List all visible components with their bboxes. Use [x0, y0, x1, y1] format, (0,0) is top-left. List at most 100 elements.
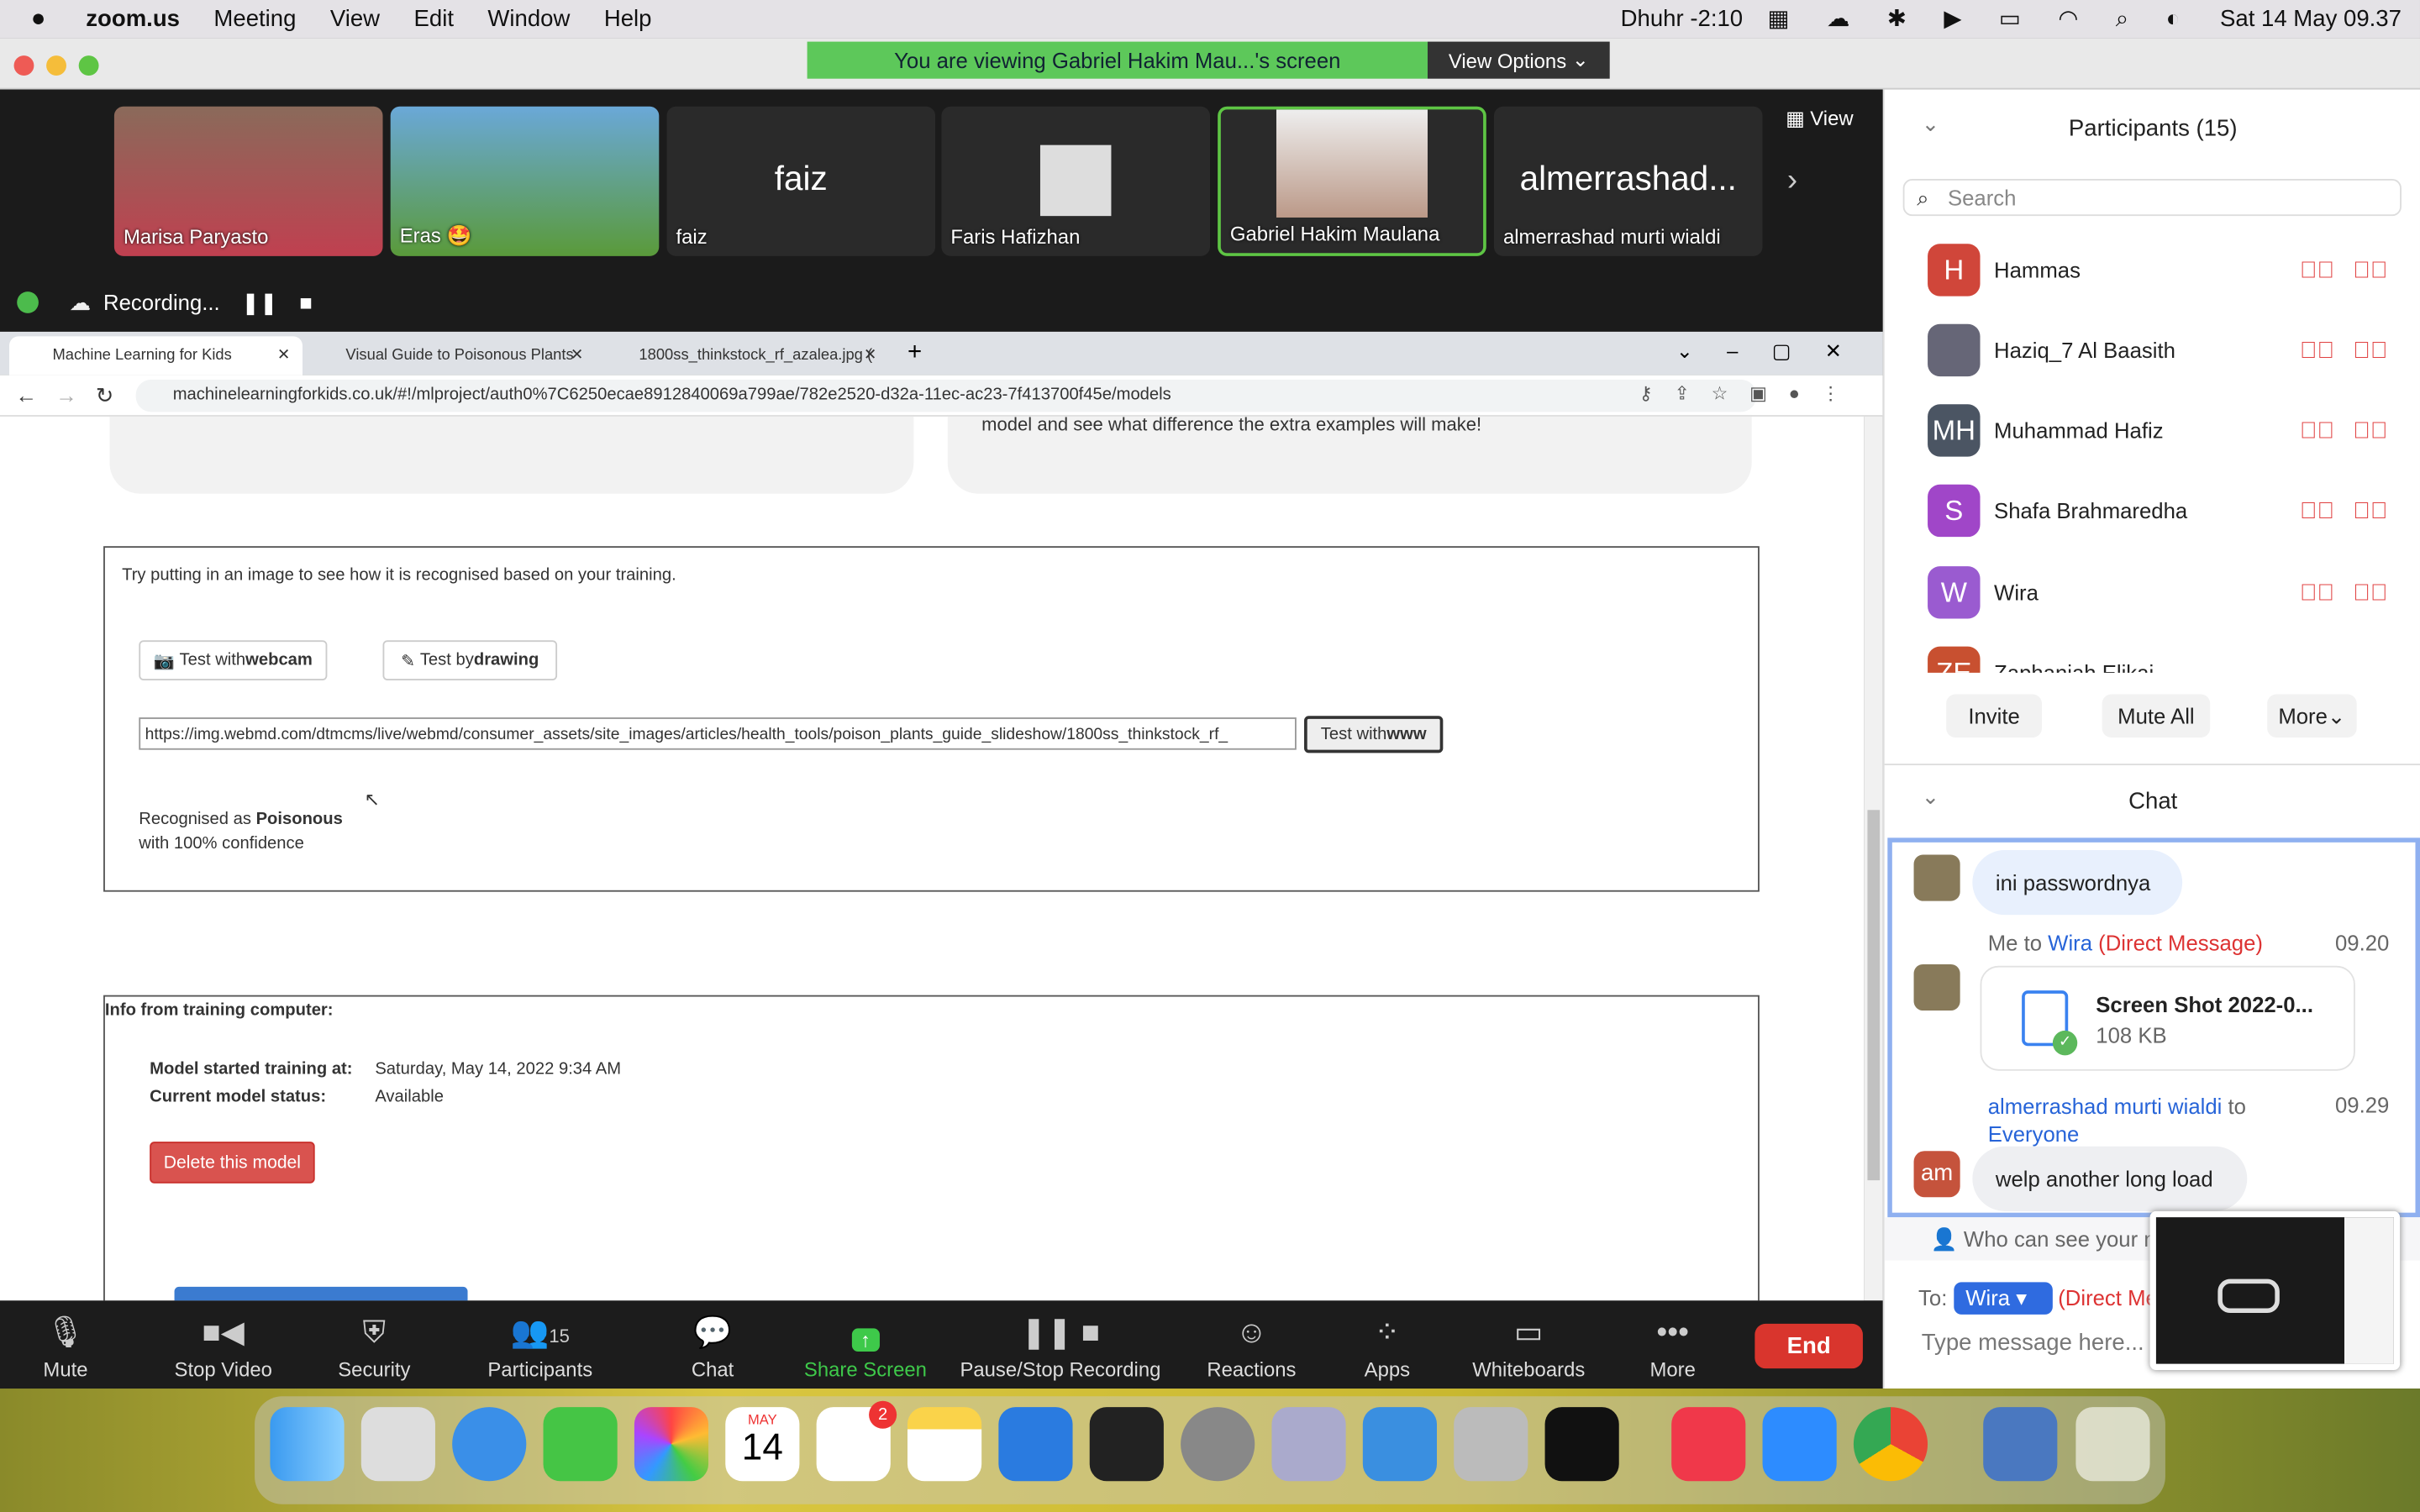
mute-all-button[interactable]: Mute All: [2102, 694, 2211, 738]
menu-meeting[interactable]: Meeting: [213, 6, 296, 32]
app-icon[interactable]: [1362, 1407, 1437, 1482]
menu-edit[interactable]: Edit: [414, 6, 454, 32]
notes-icon[interactable]: [907, 1407, 982, 1482]
more-button[interactable]: ••• More: [1649, 1300, 1695, 1389]
video-tile[interactable]: Eras 🤩: [390, 106, 660, 256]
participant-row[interactable]: W Wira 🎙⃠▭⃠: [1928, 564, 2406, 620]
file-attachment[interactable]: ✓ Screen Shot 2022-0... 108 KB: [1980, 965, 2355, 1071]
participant-search-input[interactable]: ⌕ Search: [1902, 179, 2402, 217]
forward-icon[interactable]: →: [55, 383, 77, 407]
apple-icon[interactable]: ●: [31, 5, 46, 33]
reload-icon[interactable]: ↻: [96, 383, 114, 409]
participants-button[interactable]: 👥15 Participants: [487, 1300, 592, 1389]
terminal-icon[interactable]: [1089, 1407, 1164, 1482]
shield-icon: ⛨: [362, 1315, 387, 1351]
scrollbar-thumb[interactable]: [1867, 810, 1881, 1181]
apps-button[interactable]: ⁘ Apps: [1365, 1300, 1410, 1389]
minimize-window-button[interactable]: [46, 55, 66, 76]
music-icon[interactable]: [1671, 1407, 1746, 1482]
end-meeting-button[interactable]: End: [1754, 1323, 1863, 1369]
video-tile[interactable]: faiz faiz: [666, 106, 936, 256]
delete-model-button[interactable]: Delete this model: [150, 1142, 315, 1184]
muted-video-off-icons[interactable]: 🎙⃠▭⃠: [2300, 337, 2407, 363]
mute-button[interactable]: 🎙 Mute: [43, 1300, 87, 1389]
safari-icon[interactable]: [452, 1407, 527, 1482]
back-icon[interactable]: ←: [15, 383, 37, 407]
reminders-icon[interactable]: 2: [816, 1400, 897, 1482]
launchpad-icon[interactable]: [360, 1407, 435, 1482]
video-tile[interactable]: Marisa Paryasto: [113, 106, 383, 256]
participant-row[interactable]: Haziq_7 Al Baasith 🎙⃠▭⃠: [1928, 323, 2406, 378]
close-tab-icon[interactable]: ✕: [864, 347, 876, 364]
share-screen-button[interactable]: ↑ Share Screen: [804, 1300, 927, 1389]
test-drawing-button[interactable]: ✎ Test by drawing: [382, 640, 558, 680]
participant-row[interactable]: H Hammas 🎙⃠▭⃠: [1928, 242, 2406, 297]
muted-video-off-icons[interactable]: 🎙⃠▭⃠: [2300, 497, 2407, 523]
test-www-button[interactable]: Test with www: [1304, 716, 1444, 753]
pause-stop-recording-button[interactable]: ❚❚ ■ Pause/Stop Recording: [960, 1300, 1160, 1389]
downloads-stack-icon[interactable]: [1983, 1407, 2058, 1482]
tab-machine-learning[interactable]: Machine Learning for Kids ✕: [9, 336, 302, 375]
whiteboards-button[interactable]: ▭ Whiteboards: [1472, 1300, 1585, 1389]
video-tile-active[interactable]: Gabriel Hakim Maulana: [1218, 106, 1486, 256]
window-controls[interactable]: ⌄–▢✕: [1676, 339, 1876, 364]
security-button[interactable]: ⛨ Security: [338, 1300, 410, 1389]
muted-video-off-icons[interactable]: 🎙⃠▭⃠: [2300, 417, 2407, 444]
blue-button-partial[interactable]: [174, 1286, 468, 1301]
finder-icon[interactable]: [270, 1407, 345, 1482]
view-button[interactable]: ▦ View: [1786, 107, 1854, 131]
keynote-icon[interactable]: [998, 1407, 1073, 1482]
participant-row[interactable]: MH Muhammad Hafiz 🎙⃠▭⃠: [1928, 402, 2406, 458]
more-participants-button[interactable]: More ⌄: [2267, 694, 2357, 738]
participant-row[interactable]: ZE Zaphaniah Elikai: [1928, 645, 2406, 673]
zoom-icon[interactable]: [1762, 1407, 1837, 1482]
preview-icon[interactable]: [1271, 1407, 1346, 1482]
menu-help[interactable]: Help: [604, 6, 652, 32]
browser-toolbar-icons[interactable]: ⚷⇪☆▣●⋮: [1639, 383, 1862, 405]
chrome-icon[interactable]: [1853, 1407, 1928, 1482]
system-preferences-icon[interactable]: [1181, 1407, 1255, 1482]
prayer-time[interactable]: Dhuhr -2:10: [1621, 5, 1744, 31]
menu-app[interactable]: zoom.us: [86, 6, 180, 32]
menu-window[interactable]: Window: [487, 6, 570, 32]
muted-video-off-icons[interactable]: 🎙⃠▭⃠: [2300, 580, 2407, 606]
messages-icon[interactable]: [543, 1407, 618, 1482]
chat-messages[interactable]: ini passwordnya Me to Wira (Direct Messa…: [1887, 837, 2420, 1218]
url-input[interactable]: machinelearningforkids.co.uk/#!/mlprojec…: [135, 379, 1757, 412]
participant-row[interactable]: S Shafa Brahmaredha 🎙⃠▭⃠: [1928, 483, 2406, 538]
fullscreen-window-button[interactable]: [78, 55, 99, 76]
image-url-input[interactable]: [139, 717, 1297, 750]
roblox-icon[interactable]: [1454, 1407, 1528, 1482]
screenshot-thumbnail-preview[interactable]: [2149, 1210, 2401, 1371]
status-icons[interactable]: ▦ ☁ ✱ ▶ ▭ ◠ ⌕ ◐: [1768, 5, 2196, 33]
activity-monitor-icon[interactable]: [1544, 1407, 1619, 1482]
close-window-button[interactable]: [13, 55, 34, 76]
chat-button[interactable]: 💬 Chat: [692, 1300, 734, 1389]
video-tile[interactable]: Faris Hafizhan: [941, 106, 1210, 256]
training-info-panel: Info from training computer: Model start…: [103, 995, 1760, 1301]
stop-video-button[interactable]: ■◀ Stop Video: [175, 1300, 272, 1389]
test-webcam-button[interactable]: 📷 Test with webcam: [139, 640, 328, 680]
reactions-button[interactable]: ☺ Reactions: [1207, 1300, 1296, 1389]
menu-view[interactable]: View: [330, 6, 380, 32]
page-scrollbar[interactable]: [1864, 416, 1883, 1301]
clock[interactable]: Sat 14 May 09.37: [2220, 5, 2402, 31]
photos-icon[interactable]: [634, 1407, 709, 1482]
close-tab-icon[interactable]: ✕: [277, 347, 290, 364]
view-options-button[interactable]: View Options ⌄: [1427, 41, 1610, 79]
next-page-icon[interactable]: ›: [1787, 164, 1797, 199]
tab-poisonous-plants[interactable]: Visual Guide to Poisonous Plants ✕: [306, 336, 596, 375]
trash-icon[interactable]: [2075, 1407, 2150, 1482]
muted-video-off-icons[interactable]: 🎙⃠▭⃠: [2300, 257, 2407, 283]
chat-message-input[interactable]: Type message here...: [1922, 1330, 2144, 1356]
new-tab-button[interactable]: +: [908, 339, 922, 367]
close-tab-icon[interactable]: ✕: [571, 347, 583, 364]
video-tile[interactable]: almerrashad... almerrashad murti wialdi: [1493, 106, 1763, 256]
pause-recording-icon[interactable]: ❚❚: [241, 289, 277, 315]
calendar-icon[interactable]: MAY 14: [725, 1407, 800, 1482]
invite-button[interactable]: Invite: [1946, 694, 2042, 738]
recipient-dropdown[interactable]: Wira ▾: [1953, 1282, 2053, 1315]
tab-azalea-image[interactable]: 1800ss_thinkstock_rf_azalea.jpg (✕: [599, 336, 889, 375]
video-feed: [1276, 109, 1428, 218]
stop-recording-icon[interactable]: ■: [299, 290, 313, 314]
